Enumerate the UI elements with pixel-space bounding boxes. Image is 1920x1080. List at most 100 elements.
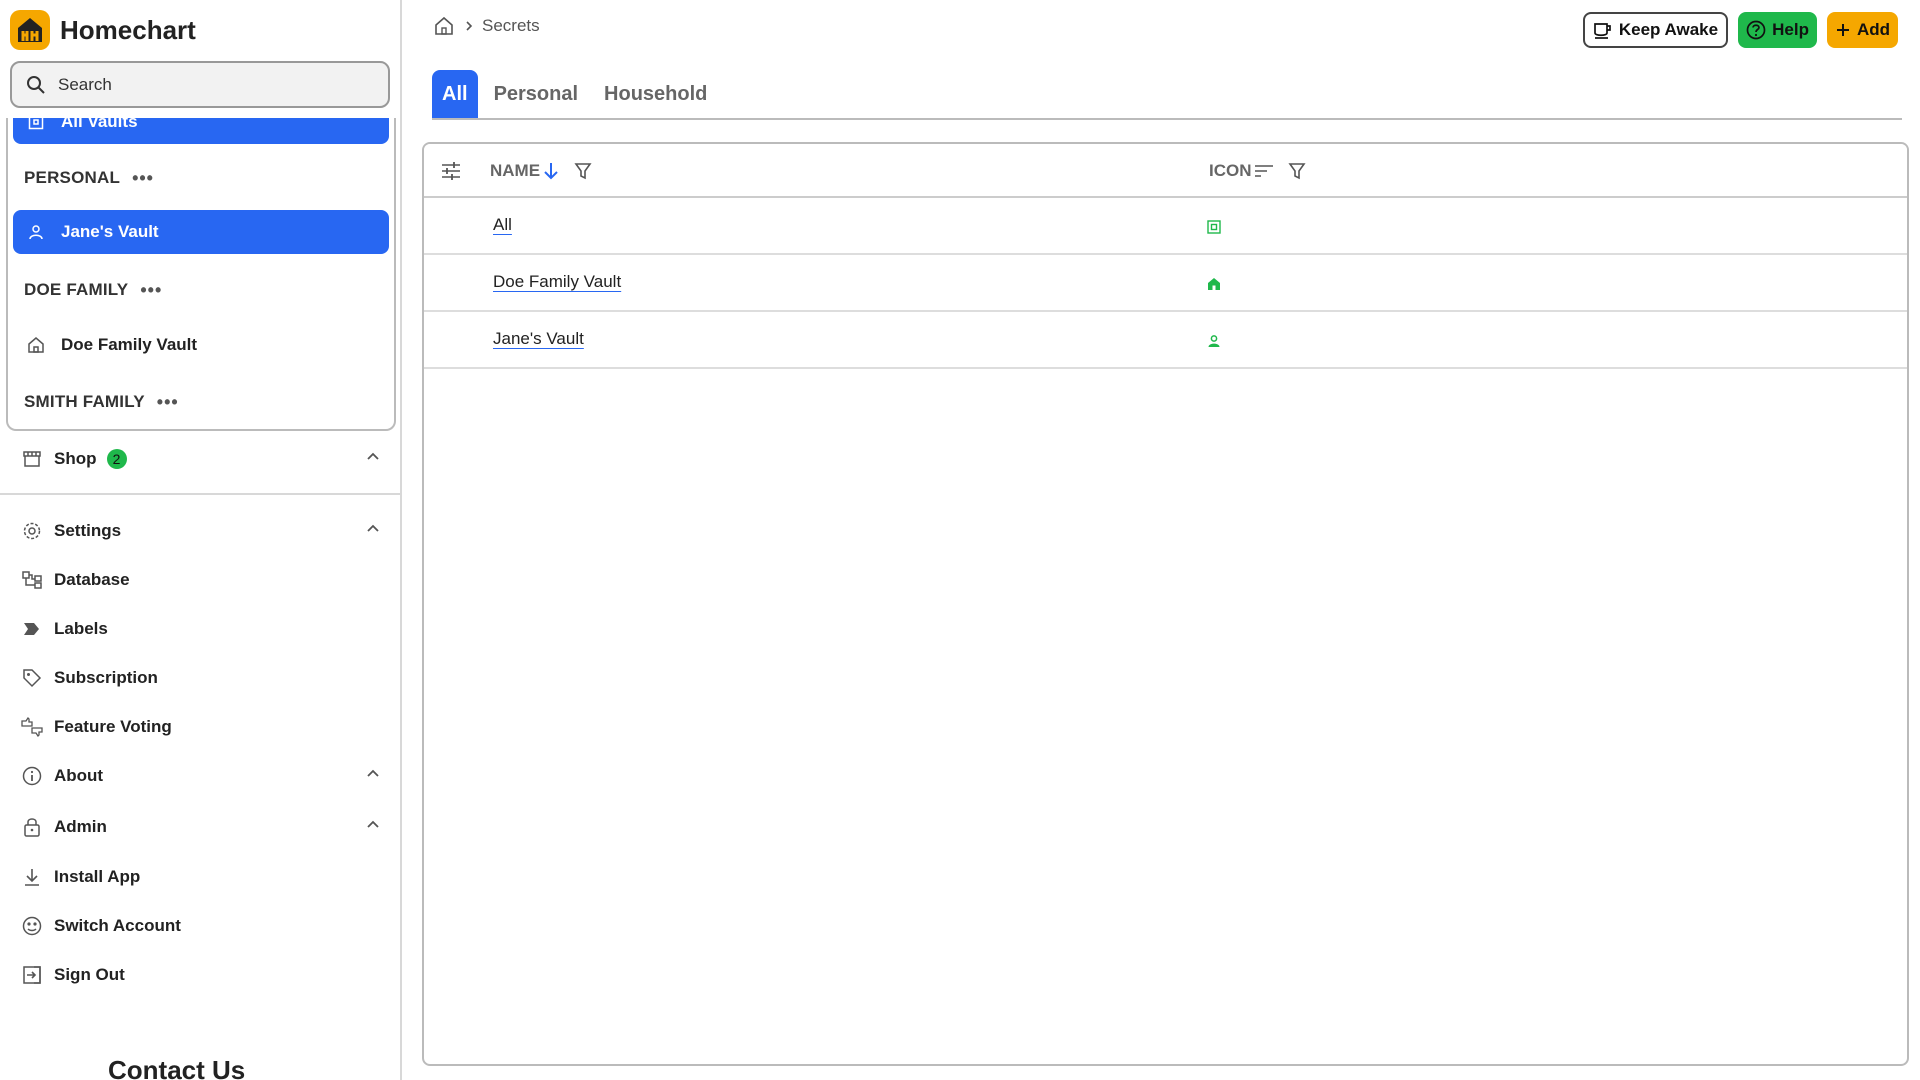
sidebar-item-feature-voting[interactable]: Feature Voting [20,710,380,744]
add-button[interactable]: Add [1826,12,1898,48]
sidebar-item-label: Subscription [54,668,158,687]
sign-out-icon [20,965,44,985]
download-icon [20,867,44,887]
search-input[interactable] [58,74,358,95]
vault-group-personal: PERSONAL ••• [24,168,154,188]
plus-icon [1836,24,1849,36]
brand[interactable]: Homechart [10,10,196,50]
vault-item-label: All Vaults [61,118,138,131]
sidebar-item-label: Install App [54,867,141,886]
breadcrumb: Secrets [434,16,540,36]
lock-icon [20,817,44,837]
contact-us-heading: Contact Us [108,1055,246,1080]
column-name-label: NAME [490,161,541,180]
row-name-link[interactable]: All [493,215,512,235]
tab-household[interactable]: Household [594,70,717,118]
database-icon [20,571,44,589]
table-row[interactable]: Doe Family Vault [424,255,1907,312]
chevron-up-icon[interactable] [366,521,380,535]
sidebar-item-shop[interactable]: Shop 2 [20,442,380,476]
label-icon [20,621,44,637]
all-vaults-icon [1207,220,1221,239]
vault-item-all[interactable]: All Vaults [13,118,389,144]
table-header: NAME ICON [424,144,1907,198]
group-heading: DOE FAMILY [24,280,129,299]
tab-all[interactable]: All [432,70,478,118]
coffee-cup-icon [1594,23,1611,39]
help-label: Help [1772,20,1809,39]
column-header-name[interactable]: NAME [490,144,592,198]
sidebar-item-label: Feature Voting [54,717,172,736]
sidebar-item-switch-account[interactable]: Switch Account [20,909,380,943]
all-vaults-icon [25,118,47,130]
sidebar-divider [0,493,400,495]
sidebar-item-install-app[interactable]: Install App [20,860,380,894]
breadcrumb-current: Secrets [482,16,540,35]
vault-item-label: Doe Family Vault [61,335,198,354]
sidebar-item-label: About [54,766,104,785]
chevron-up-icon[interactable] [366,766,380,780]
more-options-icon[interactable]: ••• [132,169,154,187]
more-options-icon[interactable]: ••• [140,281,162,299]
gear-icon [20,521,44,541]
home-icon [25,336,47,354]
sidebar-item-subscription[interactable]: Subscription [20,661,380,695]
table-row[interactable]: All [424,198,1907,255]
row-name-link[interactable]: Jane's Vault [493,329,584,349]
sidebar-item-database[interactable]: Database [20,563,380,597]
keep-awake-label: Keep Awake [1618,20,1719,39]
column-icon-label: ICON [1209,161,1252,180]
sidebar-item-label: Labels [54,619,108,638]
chevron-right-icon [464,20,474,32]
keep-awake-button[interactable]: Keep Awake [1582,12,1729,48]
tab-personal[interactable]: Personal [484,70,588,118]
sidebar-item-sign-out[interactable]: Sign Out [20,958,380,992]
vault-item-label: Jane's Vault [61,222,159,241]
table-row[interactable]: Jane's Vault [424,312,1907,369]
info-icon [20,766,44,786]
sidebar-item-labels[interactable]: Labels [20,612,380,646]
search-icon [27,75,45,94]
thumbs-icon [20,717,44,737]
group-heading: PERSONAL [24,168,121,187]
home-icon [1207,277,1221,296]
sidebar-item-about[interactable]: About [20,759,380,793]
column-header-icon[interactable]: ICON [1209,144,1306,198]
group-heading: SMITH FAMILY [24,392,145,411]
face-icon [20,916,44,936]
top-actions: Keep Awake Help Add [1582,12,1898,48]
sidebar-item-label: Sign Out [54,965,125,984]
help-icon [1746,20,1766,40]
tag-icon [20,668,44,688]
sidebar: Homechart All Vaults PERSONAL ••• Jane's… [0,0,402,1080]
column-settings-icon[interactable] [440,144,462,198]
chevron-up-icon[interactable] [366,817,380,831]
sidebar-item-label: Database [54,570,130,589]
vault-item-janes-vault[interactable]: Jane's Vault [13,210,389,254]
sort-descending-icon[interactable] [542,161,560,181]
row-name-link[interactable]: Doe Family Vault [493,272,621,292]
sidebar-item-settings[interactable]: Settings [20,514,380,548]
person-icon [25,224,47,240]
app-name: Homechart [60,14,196,45]
filter-tabs: All Personal Household [432,70,1902,120]
vault-item-doe-family-vault[interactable]: Doe Family Vault [13,323,389,367]
more-options-icon[interactable]: ••• [157,393,179,411]
vault-list: All Vaults PERSONAL ••• Jane's Vault DOE… [6,118,396,431]
vault-group-doe-family: DOE FAMILY ••• [24,280,162,300]
filter-icon[interactable] [1287,162,1306,180]
count-badge: 2 [106,449,127,469]
filter-icon[interactable] [574,162,592,180]
sidebar-item-label: Shop [54,449,97,468]
chevron-up-icon[interactable] [366,449,380,463]
sidebar-item-label: Switch Account [54,916,181,935]
vaults-table: NAME ICON All Doe Family Vault Jane's Va… [422,142,1909,1066]
search-box[interactable] [10,61,390,108]
help-button[interactable]: Help [1738,12,1817,48]
store-icon [20,450,44,468]
sidebar-item-admin[interactable]: Admin [20,810,380,844]
add-label: Add [1856,20,1890,39]
person-icon [1207,334,1221,353]
home-icon[interactable] [434,16,454,36]
sort-lines-icon[interactable] [1254,163,1274,179]
